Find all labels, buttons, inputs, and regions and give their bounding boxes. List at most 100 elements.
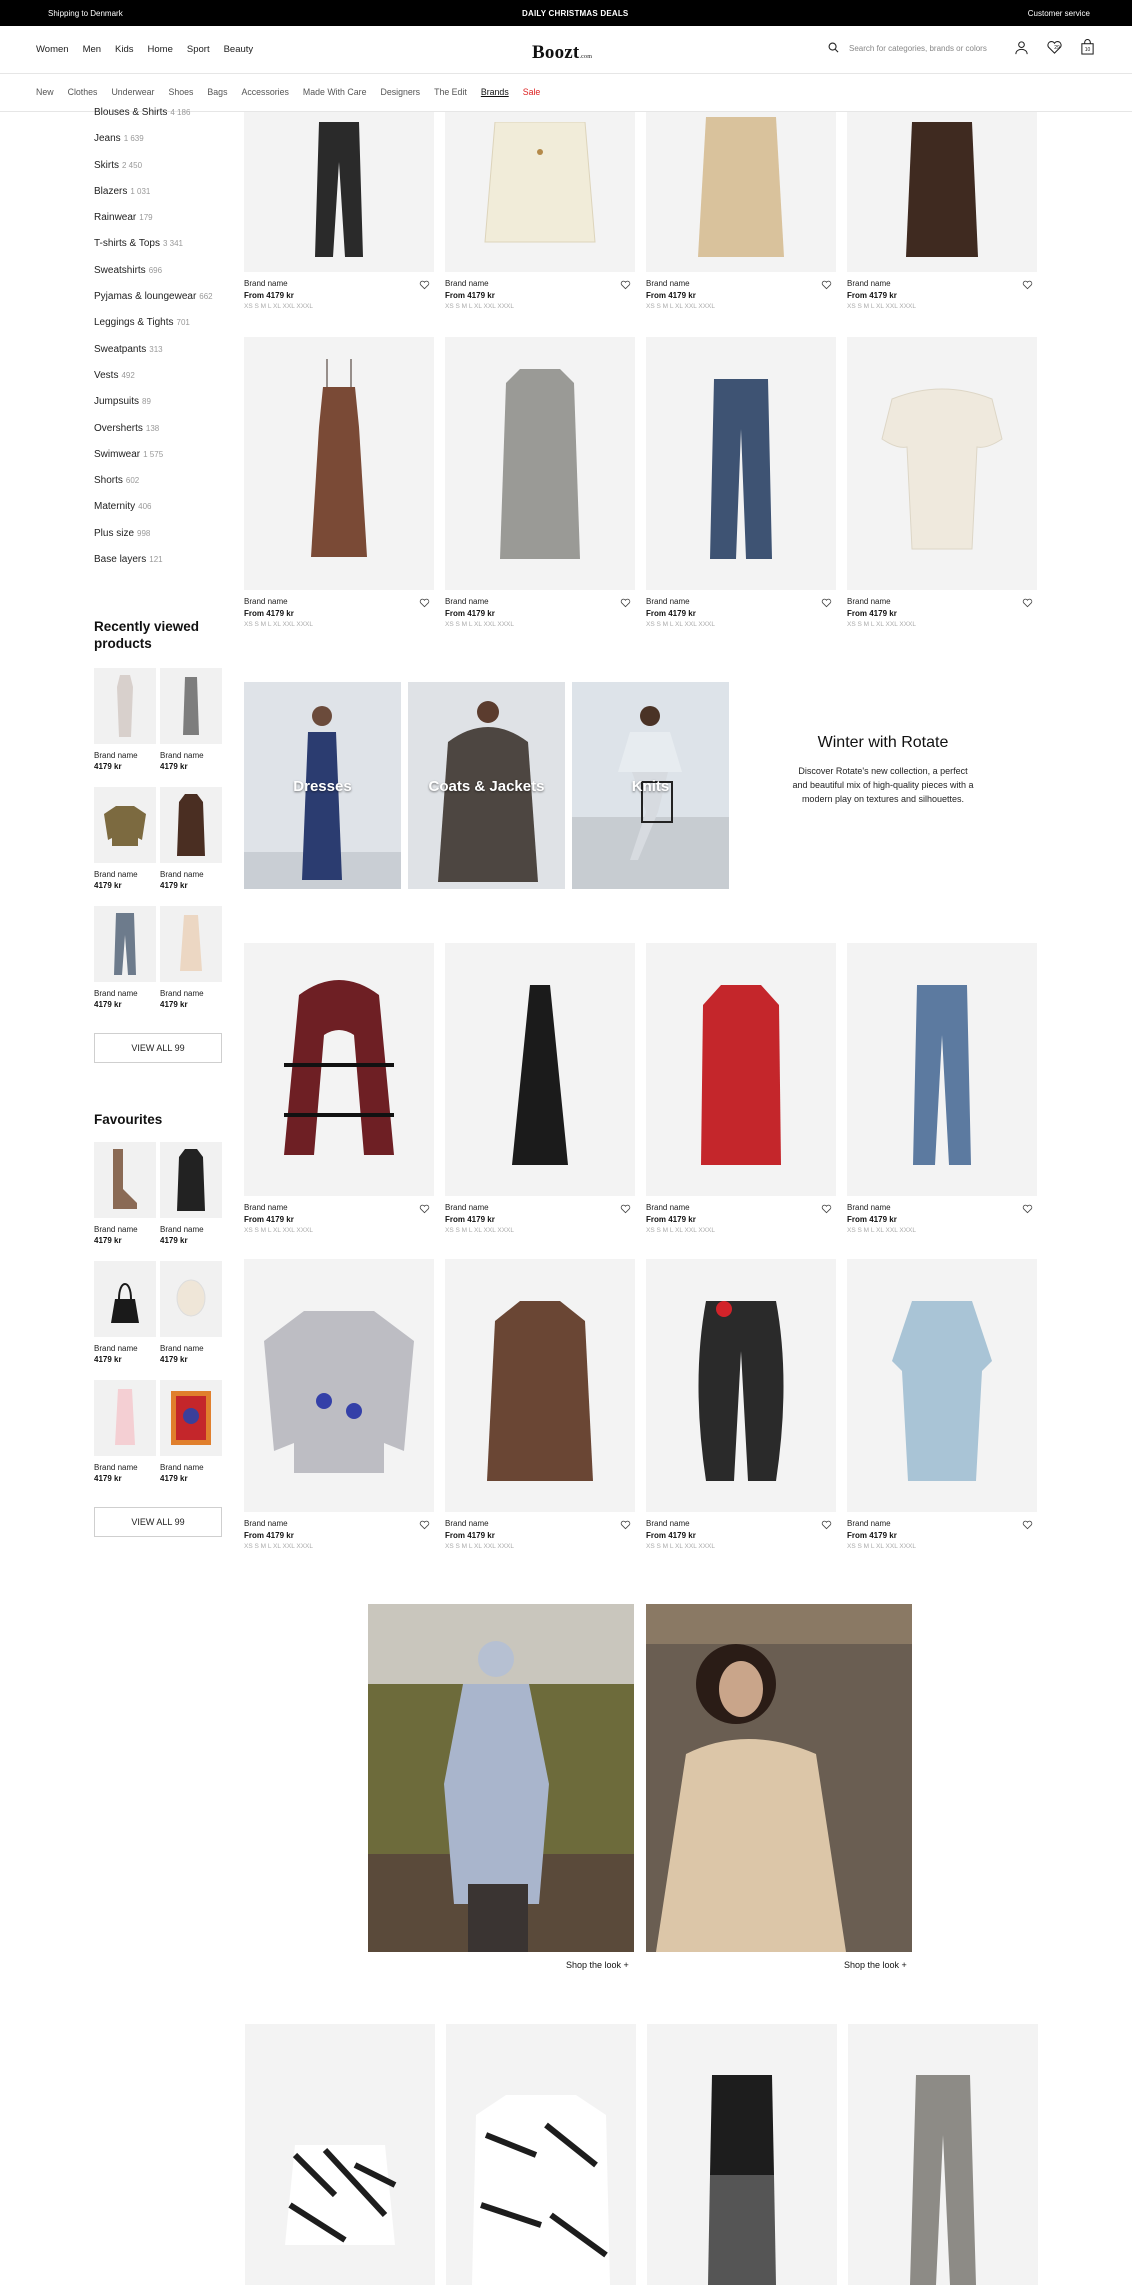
wishlist-heart-icon[interactable] (620, 277, 631, 295)
catnav-designers[interactable]: Designers (380, 87, 420, 97)
product-image[interactable] (245, 2024, 435, 2285)
product-card[interactable] (647, 2024, 837, 2285)
shipping-country-link[interactable]: Shipping to Denmark (48, 9, 123, 18)
product-image[interactable] (647, 2024, 837, 2285)
product-image[interactable] (244, 337, 434, 590)
favourites-view-all-button[interactable]: VIEW ALL 99 (94, 1507, 222, 1538)
favourite-product[interactable]: Brand name 4179 kr (160, 1261, 222, 1380)
catnav-underwear[interactable]: Underwear (111, 87, 154, 97)
product-image[interactable] (446, 2024, 636, 2285)
nav-kids[interactable]: Kids (115, 44, 133, 55)
category-item[interactable]: Plus size 998 (94, 526, 226, 552)
category-item[interactable]: Jumpsuits 89 (94, 394, 226, 420)
product-image[interactable] (848, 2024, 1038, 2285)
wishlist-heart-icon[interactable] (419, 1517, 430, 1535)
product-image[interactable] (646, 112, 836, 272)
catnav-brands[interactable]: Brands (481, 87, 509, 97)
product-card[interactable]: Brand name From 4179 kr XS S M L XL XXL XX… (445, 943, 635, 1234)
product-image[interactable] (445, 1259, 635, 1512)
catnav-made-with-care[interactable]: Made With Care (303, 87, 367, 97)
search-placeholder[interactable]: Search for categories, brands or colors (849, 44, 987, 53)
wishlist-heart-icon[interactable] (419, 1201, 430, 1219)
nav-men[interactable]: Men (83, 44, 101, 55)
product-card[interactable]: Brand name From 4179 kr XS S M L XL XXL XX… (646, 112, 836, 310)
customer-service-link[interactable]: Customer service (1028, 9, 1090, 18)
product-card[interactable]: Brand name From 4179 kr XS S M L XL XXL XX… (244, 943, 434, 1234)
category-item[interactable]: Leggings & Tights 701 (94, 315, 226, 341)
product-image[interactable] (847, 943, 1037, 1196)
product-card[interactable]: Brand name From 4179 kr XS S M L XL XXL XX… (445, 1259, 635, 1550)
nav-home[interactable]: Home (148, 44, 173, 55)
shop-the-look-link[interactable]: Shop the look + (566, 1960, 629, 1970)
site-logo[interactable]: Boozt.com (532, 42, 592, 64)
recent-product[interactable]: Brand name 4179 kr (94, 906, 156, 1025)
recent-product[interactable]: Brand name 4179 kr (94, 668, 156, 787)
wishlist-heart-icon[interactable] (1022, 1201, 1033, 1219)
product-card[interactable]: Brand name From 4179 kr XS S M L XL XXL XX… (646, 943, 836, 1234)
product-card[interactable]: Brand name From 4179 kr XS S M L XL XXL XX… (646, 1259, 836, 1550)
category-item[interactable]: Blazers 1 031 (94, 184, 226, 210)
wishlist-heart-icon[interactable] (419, 277, 430, 295)
product-card[interactable] (848, 2024, 1038, 2285)
heart-icon[interactable]: 29 (1044, 38, 1062, 56)
category-item[interactable]: Shorts 602 (94, 473, 226, 499)
catnav-the-edit[interactable]: The Edit (434, 87, 467, 97)
wishlist-heart-icon[interactable] (620, 1517, 631, 1535)
category-item[interactable]: Swimwear 1 575 (94, 447, 226, 473)
nav-women[interactable]: Women (36, 44, 69, 55)
product-card[interactable]: Brand name From 4179 kr XS S M L XL XXL XX… (847, 1259, 1037, 1550)
daily-deals-link[interactable]: DAILY CHRISTMAS DEALS (522, 9, 628, 18)
catnav-shoes[interactable]: Shoes (168, 87, 193, 97)
nav-sport[interactable]: Sport (187, 44, 210, 55)
category-item[interactable]: Sweatshirts 696 (94, 263, 226, 289)
product-image[interactable] (646, 943, 836, 1196)
user-icon[interactable] (1012, 38, 1030, 56)
wishlist-heart-icon[interactable] (1022, 277, 1033, 295)
wishlist-heart-icon[interactable] (821, 595, 832, 613)
product-card[interactable]: Brand name From 4179 kr XS S M L XL XXL XX… (847, 943, 1037, 1234)
product-image[interactable] (847, 337, 1037, 590)
product-card[interactable]: Brand name From 4179 kr XS S M L XL XXL XX… (244, 337, 434, 628)
category-item[interactable]: T-shirts & Tops 3 341 (94, 236, 226, 262)
favourite-product[interactable]: Brand name 4179 kr (94, 1142, 156, 1261)
favourite-product[interactable]: Brand name 4179 kr (94, 1261, 156, 1380)
product-image[interactable] (244, 112, 434, 272)
product-image[interactable] (445, 943, 635, 1196)
banner-tile-dresses[interactable]: Dresses (244, 682, 401, 889)
category-item[interactable]: Sweatpants 313 (94, 342, 226, 368)
product-image[interactable] (847, 112, 1037, 272)
recent-product[interactable]: Brand name 4179 kr (160, 668, 222, 787)
catnav-bags[interactable]: Bags (207, 87, 227, 97)
banner-tile-knits[interactable]: Knits (572, 682, 729, 889)
category-item[interactable]: Oversherts 138 (94, 421, 226, 447)
product-image[interactable] (445, 337, 635, 590)
shop-the-look-link[interactable]: Shop the look + (844, 1960, 907, 1970)
wishlist-heart-icon[interactable] (419, 595, 430, 613)
product-card[interactable]: Brand name From 4179 kr XS S M L XL XXL XX… (847, 112, 1037, 310)
product-image[interactable] (244, 1259, 434, 1512)
product-image[interactable] (646, 337, 836, 590)
wishlist-heart-icon[interactable] (1022, 595, 1033, 613)
wishlist-heart-icon[interactable] (821, 277, 832, 295)
catnav-new[interactable]: New (36, 87, 54, 97)
product-card[interactable]: Brand name From 4179 kr XS S M L XL XXL XX… (244, 1259, 434, 1550)
category-item[interactable]: Skirts 2 450 (94, 158, 226, 184)
recent-view-all-button[interactable]: VIEW ALL 99 (94, 1033, 222, 1064)
category-item[interactable]: Pyjamas & loungewear 662 (94, 289, 226, 315)
category-item[interactable]: Blouses & Shirts 4 186 (94, 105, 226, 131)
editorial-look-1[interactable] (368, 1604, 634, 1952)
product-card[interactable] (446, 2024, 636, 2285)
recent-product[interactable]: Brand name 4179 kr (160, 906, 222, 1025)
product-card[interactable]: Brand name From 4179 kr XS S M L XL XXL XX… (847, 337, 1037, 628)
product-image[interactable] (445, 112, 635, 272)
product-card[interactable]: Brand name From 4179 kr XS S M L XL XXL XX… (445, 337, 635, 628)
category-item[interactable]: Vests 492 (94, 368, 226, 394)
product-card[interactable]: Brand name From 4179 kr XS S M L XL XXL XX… (244, 112, 434, 310)
nav-beauty[interactable]: Beauty (224, 44, 254, 55)
wishlist-heart-icon[interactable] (620, 595, 631, 613)
search-bar[interactable]: Search for categories, brands or colors (828, 42, 987, 55)
product-image[interactable] (646, 1259, 836, 1512)
wishlist-heart-icon[interactable] (821, 1201, 832, 1219)
product-image[interactable] (244, 943, 434, 1196)
wishlist-heart-icon[interactable] (620, 1201, 631, 1219)
